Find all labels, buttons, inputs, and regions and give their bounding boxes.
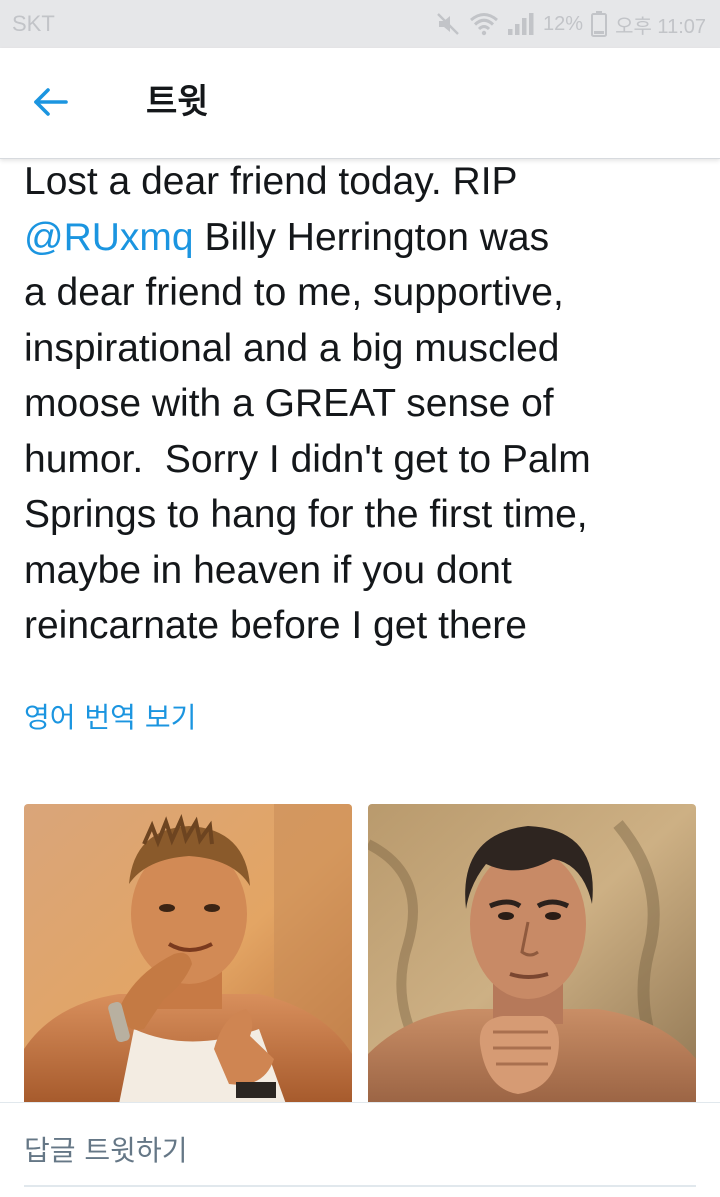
tweet-detail: Lost a dear friend today. RIP @RUxmq Bil… <box>0 158 720 1102</box>
app-bar: 트윗 <box>0 48 720 159</box>
reply-input[interactable]: 답글 트윗하기 <box>24 1121 696 1187</box>
wifi-icon <box>469 12 499 36</box>
status-bar: SKT 12% 오후 11:07 <box>0 0 720 48</box>
tweet-line: @RUxmq Billy Herrington was <box>24 210 704 266</box>
translate-link[interactable]: 영어 번역 보기 <box>24 698 196 738</box>
status-time: 오후 11:07 <box>615 15 706 38</box>
tweet-line-text: Billy Herrington was <box>204 215 550 259</box>
mention-link[interactable]: @RUxmq <box>24 216 194 259</box>
photo-illustration <box>24 804 352 1102</box>
tweet-line: moose with a GREAT sense of <box>24 382 554 425</box>
tweet-line: maybe in heaven if you dont <box>24 548 512 592</box>
carrier-label: SKT <box>12 11 55 36</box>
reply-placeholder: 답글 트윗하기 <box>24 1134 188 1167</box>
tweet-text: Lost a dear friend today. RIP @RUxmq Bil… <box>24 158 704 654</box>
tweet-line: a dear friend to me, supportive, <box>24 271 564 314</box>
signal-icon <box>507 12 535 36</box>
tweet-photo[interactable] <box>368 804 696 1102</box>
mute-icon <box>435 11 461 37</box>
tweet-line: inspirational and a big muscled <box>24 326 560 370</box>
media-grid <box>24 804 696 1102</box>
reply-bar: 답글 트윗하기 <box>0 1102 720 1197</box>
status-icons: 12% 오후 11:07 <box>435 8 706 40</box>
tweet-line: reincarnate before I get there <box>24 604 527 647</box>
tweet-photo[interactable] <box>24 804 352 1102</box>
page-title: 트윗 <box>146 82 209 122</box>
tweet-line: Springs to hang for the first time, <box>24 493 588 536</box>
tweet-line: humor. Sorry I didn't get to Palm <box>24 437 591 481</box>
photo-illustration <box>368 804 696 1102</box>
battery-icon <box>591 11 608 37</box>
battery-percent: 12% <box>543 12 584 35</box>
back-button[interactable] <box>22 76 78 132</box>
arrow-left-icon <box>30 82 70 126</box>
tweet-line: Lost a dear friend today. RIP <box>24 160 518 203</box>
